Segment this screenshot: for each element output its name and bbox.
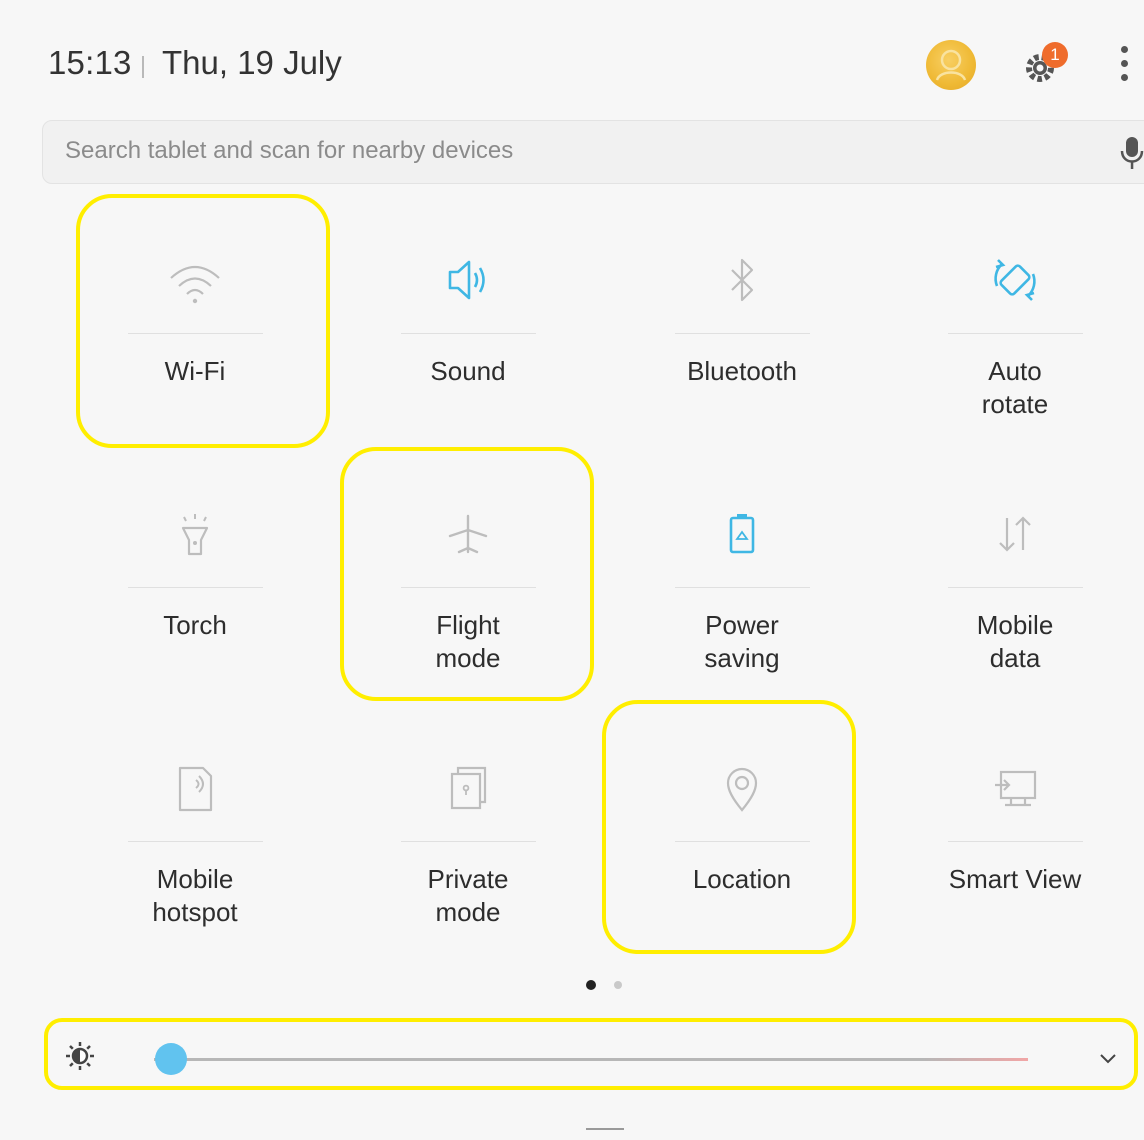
clock-date: Thu, 19 July	[162, 44, 342, 81]
tile-label: Wi-Fi	[164, 356, 226, 386]
header-separator	[142, 56, 144, 78]
brightness-control	[44, 1018, 1140, 1092]
tile-divider	[401, 841, 536, 842]
tile-label: Smart View	[948, 864, 1082, 894]
tile-private-mode[interactable]: Private mode	[331, 708, 605, 962]
tile-divider	[948, 333, 1083, 334]
battery-saver-icon	[729, 514, 755, 554]
brightness-slider-track[interactable]	[154, 1058, 1028, 1061]
page-indicator	[586, 978, 630, 992]
brightness-slider-thumb[interactable]	[155, 1043, 188, 1075]
quick-panel-header: 15:13 Thu, 19 July 1	[0, 0, 1144, 112]
location-icon	[726, 767, 758, 812]
tile-label: Power saving	[704, 610, 780, 673]
airplane-icon	[448, 514, 488, 554]
tile-divider	[401, 333, 536, 334]
microphone-icon[interactable]	[1119, 135, 1144, 171]
tile-label: Private mode	[427, 864, 509, 927]
tile-divider	[948, 587, 1083, 588]
more-options-button[interactable]	[1112, 42, 1136, 90]
quick-settings-grid: Wi-Fi Sound Bluetooth Auto rotate Torch …	[58, 200, 1144, 960]
chevron-down-icon[interactable]	[1096, 1046, 1120, 1070]
more-dot-icon	[1120, 74, 1128, 81]
torch-icon	[181, 514, 209, 556]
search-bar[interactable]	[42, 120, 1144, 184]
tile-mobile-data[interactable]: Mobile data	[878, 454, 1144, 708]
profile-avatar[interactable]	[926, 40, 976, 90]
page-dot-active[interactable]	[586, 980, 596, 990]
tile-divider	[128, 841, 263, 842]
page-dot[interactable]	[614, 981, 622, 989]
hotspot-icon	[178, 766, 213, 812]
tile-divider	[128, 587, 263, 588]
sound-icon	[448, 260, 485, 300]
settings-button[interactable]: 1	[1022, 42, 1068, 88]
smart-view-icon	[995, 770, 1037, 807]
tile-label: Bluetooth	[687, 356, 797, 386]
mobile-data-icon	[999, 516, 1031, 552]
tile-label: Torch	[163, 610, 227, 640]
tile-auto-rotate[interactable]: Auto rotate	[878, 200, 1144, 454]
tile-divider	[675, 333, 810, 334]
tile-flight-mode[interactable]: Flight mode	[331, 454, 605, 708]
handle-line	[586, 1128, 624, 1130]
tile-label: Sound	[430, 356, 506, 386]
tile-label: Mobile hotspot	[152, 864, 238, 927]
tile-wifi[interactable]: Wi-Fi	[58, 200, 332, 454]
avatar-icon	[935, 49, 967, 81]
wifi-icon	[170, 265, 220, 304]
tile-label: Mobile data	[976, 610, 1054, 673]
tile-label: Location	[692, 864, 792, 894]
tile-power-saving[interactable]: Power saving	[605, 454, 879, 708]
brightness-icon	[66, 1042, 94, 1070]
tile-torch[interactable]: Torch	[58, 454, 332, 708]
bluetooth-icon	[731, 258, 754, 302]
auto-rotate-icon	[994, 259, 1036, 301]
tile-divider	[675, 841, 810, 842]
tile-divider	[948, 841, 1083, 842]
tile-bluetooth[interactable]: Bluetooth	[605, 200, 879, 454]
tile-divider	[675, 587, 810, 588]
tile-location[interactable]: Location	[605, 708, 879, 962]
more-dot-icon	[1120, 60, 1128, 67]
tile-divider	[128, 333, 263, 334]
tile-mobile-hotspot[interactable]: Mobile hotspot	[58, 708, 332, 962]
private-mode-icon	[450, 766, 487, 810]
more-dot-icon	[1120, 46, 1128, 53]
clock-time: 15:13	[48, 44, 132, 81]
tile-label: Auto rotate	[981, 356, 1049, 419]
tile-sound[interactable]: Sound	[331, 200, 605, 454]
panel-drag-handle[interactable]	[586, 1128, 626, 1138]
notification-badge: 1	[1042, 42, 1068, 68]
tile-label: Flight mode	[435, 610, 501, 673]
tile-divider	[401, 587, 536, 588]
tile-smart-view[interactable]: Smart View	[878, 708, 1144, 962]
search-input[interactable]	[65, 137, 1065, 165]
